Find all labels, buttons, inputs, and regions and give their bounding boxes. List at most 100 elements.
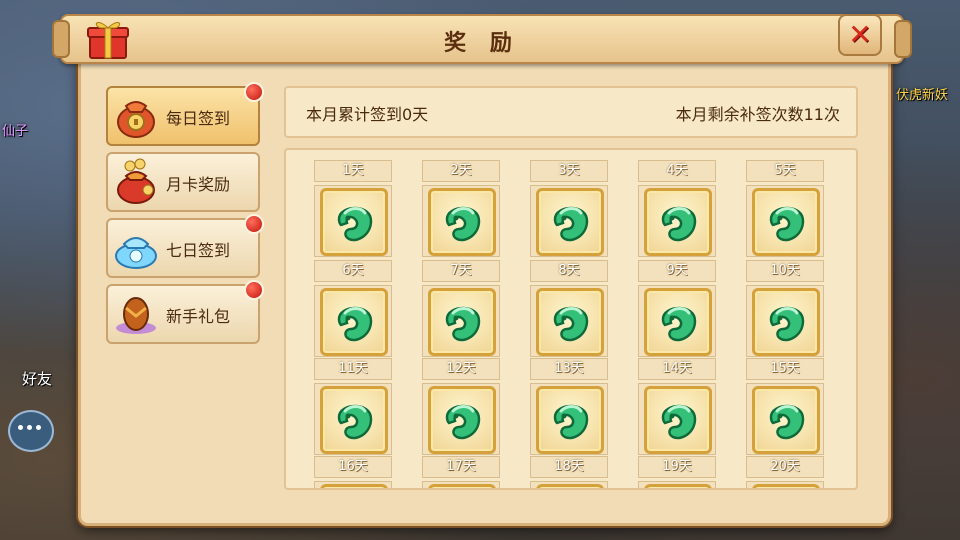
calendar-day-cell[interactable]: 11天 — [314, 358, 392, 455]
calendar-day-cell[interactable]: 5天 — [746, 160, 824, 257]
reward-frame — [536, 288, 604, 356]
reward-frame — [428, 386, 496, 454]
reward-slot[interactable] — [422, 185, 500, 257]
jade-icon — [331, 299, 379, 347]
calendar-day-cell[interactable]: 15天 — [746, 358, 824, 455]
day-label: 16天 — [314, 456, 392, 478]
coin-bag-icon — [117, 101, 155, 138]
tab-newbie-pack[interactable]: 新手礼包 — [106, 280, 264, 344]
day-label: 4天 — [638, 160, 716, 182]
money-bag-icon — [117, 158, 155, 204]
day-label: 9天 — [638, 260, 716, 282]
reward-slot[interactable] — [746, 481, 824, 488]
reward-slot[interactable] — [638, 481, 716, 488]
signin-calendar-grid: 1天 2天 3天 4天 5天 6天 7天 8天 9天 10天 11天 12天 13天 14天 15天 16天 1… — [284, 148, 858, 490]
reward-slot[interactable] — [530, 383, 608, 455]
day-label: 18天 — [530, 456, 608, 478]
reward-frame — [752, 288, 820, 356]
npc-name-right: 伏虎新妖 — [896, 88, 949, 103]
reward-slot[interactable] — [746, 383, 824, 455]
day-label: 11天 — [314, 358, 392, 380]
day-label: 12天 — [422, 358, 500, 380]
jade-icon — [763, 199, 811, 247]
calendar-day-cell[interactable]: 3天 — [530, 160, 608, 257]
calendar-day-cell[interactable]: 19天 — [638, 456, 716, 488]
jade-icon — [547, 199, 595, 247]
reward-frame — [536, 386, 604, 454]
reward-frame — [752, 188, 820, 256]
day-label: 5天 — [746, 160, 824, 182]
close-button[interactable]: ✕ — [838, 14, 882, 56]
reward-slot[interactable] — [530, 481, 608, 488]
tab-label: 月卡奖励 — [166, 175, 231, 194]
friend-button[interactable]: 好友 — [22, 368, 52, 389]
jade-icon — [331, 199, 379, 247]
calendar-day-cell[interactable]: 20天 — [746, 456, 824, 488]
npc-name-left: 仙子 — [2, 124, 29, 139]
close-icon: ✕ — [848, 18, 872, 51]
dialog-title-bar: 奖 励 — [52, 14, 912, 64]
day-label: 8天 — [530, 260, 608, 282]
calendar-day-cell[interactable]: 1天 — [314, 160, 392, 257]
calendar-day-cell[interactable]: 9天 — [638, 260, 716, 357]
jade-icon — [763, 397, 811, 445]
reward-frame — [644, 188, 712, 256]
reward-slot[interactable] — [314, 383, 392, 455]
jade-icon — [547, 299, 595, 347]
calendar-day-cell[interactable]: 10天 — [746, 260, 824, 357]
calendar-day-cell[interactable]: 8天 — [530, 260, 608, 357]
day-label: 20天 — [746, 456, 824, 478]
calendar-day-cell[interactable]: 7天 — [422, 260, 500, 357]
reward-frame — [320, 288, 388, 356]
reward-frame — [752, 386, 820, 454]
day-label: 3天 — [530, 160, 608, 182]
calendar-day-cell[interactable]: 16天 — [314, 456, 392, 488]
reward-frame — [644, 386, 712, 454]
reward-frame — [752, 484, 820, 488]
jade-icon — [439, 299, 487, 347]
reward-slot[interactable] — [422, 285, 500, 357]
gift-box-icon — [87, 22, 129, 59]
calendar-day-cell[interactable]: 6天 — [314, 260, 392, 357]
reward-slot[interactable] — [530, 285, 608, 357]
signed-days-text: 本月累计签到0天 — [306, 105, 429, 124]
tab-monthly-card[interactable]: 月卡奖励 — [106, 152, 260, 212]
reward-slot[interactable] — [638, 383, 716, 455]
reward-slot[interactable] — [314, 285, 392, 357]
day-label: 17天 — [422, 456, 500, 478]
calendar-day-cell[interactable]: 12天 — [422, 358, 500, 455]
notification-badge — [244, 82, 264, 102]
day-label: 6天 — [314, 260, 392, 282]
calendar-day-cell[interactable]: 13天 — [530, 358, 608, 455]
day-label: 14天 — [638, 358, 716, 380]
reward-slot[interactable] — [530, 185, 608, 257]
jade-icon — [439, 397, 487, 445]
jade-icon — [655, 397, 703, 445]
tab-daily-signin[interactable]: 每日签到 — [106, 82, 264, 146]
gift-egg-icon — [116, 297, 156, 334]
reward-slot[interactable] — [314, 481, 392, 488]
day-label: 10天 — [746, 260, 824, 282]
reward-frame — [428, 288, 496, 356]
tab-seven-day-signin[interactable]: 七日签到 — [106, 214, 264, 278]
day-label: 15天 — [746, 358, 824, 380]
reward-slot[interactable] — [638, 285, 716, 357]
reward-slot[interactable] — [422, 383, 500, 455]
reward-frame — [428, 188, 496, 256]
jade-icon — [763, 299, 811, 347]
calendar-day-cell[interactable]: 2天 — [422, 160, 500, 257]
reward-slot[interactable] — [638, 185, 716, 257]
day-label: 19天 — [638, 456, 716, 478]
reward-slot[interactable] — [314, 185, 392, 257]
calendar-day-cell[interactable]: 4天 — [638, 160, 716, 257]
reward-slot[interactable] — [746, 185, 824, 257]
calendar-day-cell[interactable]: 14天 — [638, 358, 716, 455]
reward-frame — [644, 484, 712, 488]
calendar-day-cell[interactable]: 17天 — [422, 456, 500, 488]
day-label: 1天 — [314, 160, 392, 182]
chat-icon[interactable] — [8, 410, 54, 452]
reward-slot[interactable] — [422, 481, 500, 488]
jade-icon — [439, 199, 487, 247]
calendar-day-cell[interactable]: 18天 — [530, 456, 608, 488]
reward-slot[interactable] — [746, 285, 824, 357]
